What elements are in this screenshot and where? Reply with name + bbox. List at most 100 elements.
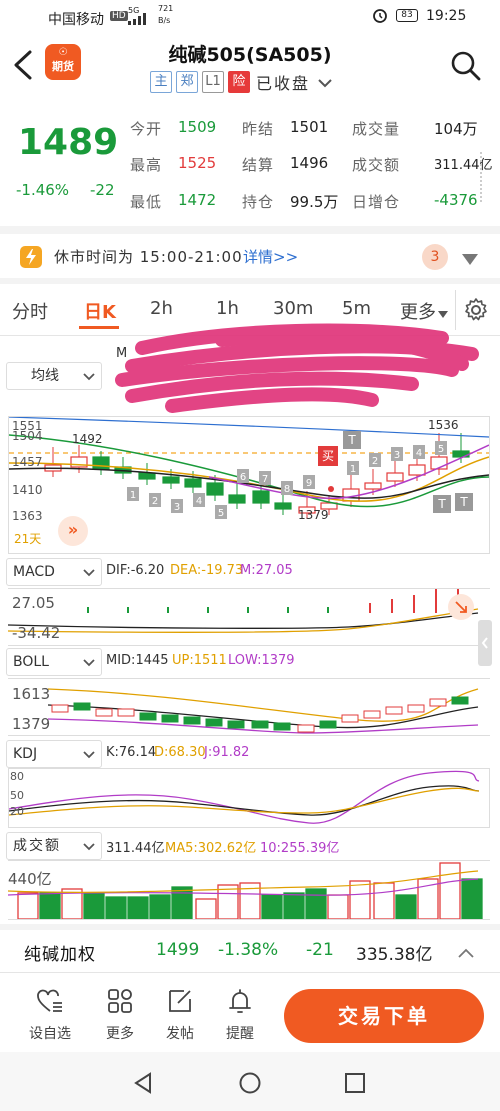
back-icon[interactable] bbox=[10, 48, 36, 86]
system-nav-bar bbox=[0, 1052, 500, 1111]
candle-body bbox=[184, 478, 202, 488]
macd-selector[interactable]: MACD bbox=[6, 558, 102, 586]
sequence-number: 6 bbox=[240, 472, 246, 483]
boll-low: LOW:1379 bbox=[228, 653, 295, 668]
tag-main: 主 bbox=[150, 71, 172, 93]
quote-value: 1509 bbox=[178, 118, 217, 136]
sequence-number: 2 bbox=[372, 456, 378, 467]
ma-selector[interactable]: 均线 bbox=[6, 362, 102, 390]
kdj-d-line bbox=[8, 787, 480, 816]
alert-button[interactable]: 提醒 bbox=[210, 987, 270, 1043]
low-note: 1379 bbox=[298, 508, 329, 522]
chevron-down-icon[interactable] bbox=[318, 73, 332, 92]
turnover-bar bbox=[171, 886, 193, 920]
post-button[interactable]: 发帖 bbox=[150, 987, 210, 1043]
sequence-number: 5 bbox=[218, 508, 224, 519]
boll-candle bbox=[117, 708, 135, 717]
tab-2h[interactable]: 2h bbox=[150, 298, 173, 319]
kdj-chart[interactable] bbox=[8, 768, 490, 828]
market-status: 已收盘 bbox=[256, 74, 311, 93]
more-button[interactable]: 更多 bbox=[90, 987, 150, 1043]
alarm-icon bbox=[372, 7, 388, 27]
turnover-top-label: 440亿 bbox=[8, 870, 52, 888]
quote-label: 最高 bbox=[130, 156, 163, 174]
boll-candle bbox=[139, 712, 157, 721]
boll-candle bbox=[251, 720, 269, 729]
macd-dea: DEA:-19.73 bbox=[170, 563, 244, 578]
tab-5m[interactable]: 5m bbox=[342, 298, 371, 319]
boll-candle bbox=[451, 696, 469, 705]
app-logo: ☉ 期货 bbox=[45, 44, 81, 80]
boll-selector[interactable]: BOLL bbox=[6, 648, 102, 676]
details-link[interactable]: 详情>> bbox=[243, 246, 298, 267]
notice-count-badge[interactable]: 3 bbox=[422, 244, 448, 270]
boll-candle bbox=[183, 716, 201, 725]
edit-icon bbox=[169, 990, 191, 1012]
boll-candle bbox=[205, 718, 223, 727]
turnover-bar bbox=[127, 896, 149, 920]
change-value: -22 bbox=[90, 181, 115, 199]
boll-candle bbox=[51, 704, 69, 713]
candle-body bbox=[386, 472, 404, 482]
nav-back-icon[interactable] bbox=[132, 1072, 154, 1098]
expand-icon[interactable]: » bbox=[58, 516, 88, 546]
turnover-bar bbox=[217, 884, 239, 920]
tab-timeshare[interactable]: 分时 bbox=[12, 298, 48, 324]
boll-chart[interactable] bbox=[8, 678, 490, 736]
macd-chart[interactable] bbox=[7, 583, 490, 646]
search-icon[interactable] bbox=[450, 50, 482, 86]
nav-recents-icon[interactable] bbox=[345, 1073, 365, 1097]
boll-candle bbox=[407, 704, 425, 713]
sequence-number: 5 bbox=[438, 444, 444, 455]
candle-body bbox=[252, 490, 270, 504]
tab-1h[interactable]: 1h bbox=[216, 298, 239, 319]
t-signal-label: T bbox=[437, 497, 446, 511]
boll-candle bbox=[341, 714, 359, 723]
notice-text: 休市时间为 15:00-21:00 bbox=[54, 248, 243, 266]
battery-icon: 83 bbox=[396, 9, 418, 22]
turnover-bar bbox=[83, 892, 105, 920]
watchlist-button[interactable]: 设自选 bbox=[20, 987, 80, 1043]
divider bbox=[0, 226, 500, 234]
last-price: 1489 bbox=[18, 122, 119, 163]
kdj-level: 20 bbox=[10, 805, 24, 818]
weighted-price: 1499 bbox=[156, 940, 200, 960]
turnover-value: 311.44亿 bbox=[106, 841, 165, 856]
boll-bottom-label: 1379 bbox=[12, 715, 51, 733]
grid-icon bbox=[108, 989, 132, 1013]
candle-body bbox=[274, 502, 292, 510]
nav-home-icon[interactable] bbox=[239, 1072, 261, 1098]
clock: 19:25 bbox=[426, 8, 467, 24]
side-panel-handle[interactable] bbox=[478, 620, 492, 666]
net-speed-unit: B/s bbox=[158, 16, 171, 25]
status-bar: 中国移动 HD 5G 721 B/s 83 19:25 bbox=[0, 0, 500, 34]
collapse-icon[interactable] bbox=[462, 251, 478, 270]
chevron-up-icon[interactable] bbox=[458, 944, 474, 963]
shrink-icon[interactable] bbox=[448, 594, 474, 620]
tag-risk: 险 bbox=[228, 71, 250, 93]
turnover-selector[interactable]: 成交额 bbox=[6, 832, 102, 860]
heart-list-icon bbox=[37, 989, 62, 1012]
turnover-bar bbox=[283, 892, 305, 920]
quote-label: 日增仓 bbox=[352, 193, 401, 211]
trade-order-button[interactable]: 交易下单 bbox=[284, 989, 484, 1043]
bottom-toolbar: 设自选 更多 发帖 提醒 交易下单 bbox=[0, 973, 500, 1049]
quote-label: 持仓 bbox=[242, 193, 275, 211]
sequence-number: 1 bbox=[130, 490, 136, 501]
sequence-number: 4 bbox=[196, 496, 202, 507]
boll-candle bbox=[429, 698, 447, 707]
turnover-chart[interactable] bbox=[7, 860, 490, 920]
boll-candle bbox=[297, 724, 315, 733]
weighted-percent: -1.38% bbox=[218, 940, 279, 960]
quote-panel: 1489 -1.46% -22 今开 1509 昨结 1501 成交量 104万 最高 152… bbox=[0, 104, 500, 226]
weighted-name: 纯碱加权 bbox=[24, 945, 96, 965]
boll-top-label: 1613 bbox=[12, 685, 51, 703]
turnover-bar bbox=[439, 862, 461, 920]
turnover-bar bbox=[305, 888, 327, 920]
tab-30m[interactable]: 30m bbox=[273, 298, 313, 319]
weighted-index-bar[interactable]: 纯碱加权 1499 -1.38% -21 335.38亿 bbox=[0, 930, 500, 972]
kdj-selector[interactable]: KDJ bbox=[6, 740, 102, 768]
kdj-k: K:76.14 bbox=[106, 745, 157, 760]
sequence-number: 3 bbox=[394, 450, 400, 461]
price-label: 1504 bbox=[12, 429, 43, 443]
